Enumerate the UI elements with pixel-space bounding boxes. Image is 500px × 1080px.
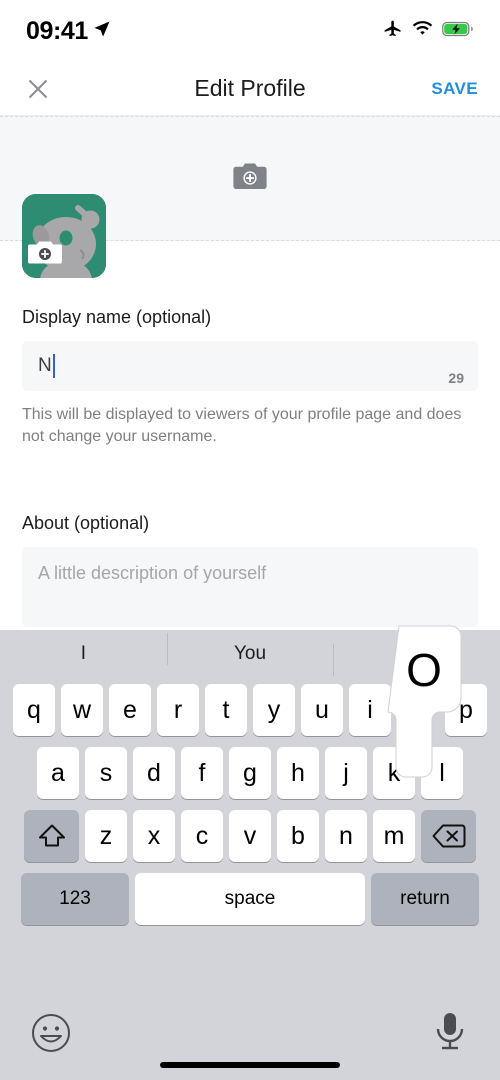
display-name-value: N <box>38 354 55 378</box>
key-h[interactable]: h <box>277 747 319 799</box>
key-q[interactable]: q <box>13 684 55 736</box>
key-s[interactable]: s <box>85 747 127 799</box>
numbers-key[interactable]: 123 <box>21 873 129 925</box>
key-v[interactable]: v <box>229 810 271 862</box>
keyboard-row-1: q w e r t y u i o p <box>0 684 500 736</box>
status-bar-left: 09:41 <box>26 17 111 46</box>
prediction-item[interactable]: I <box>0 643 167 665</box>
status-time: 09:41 <box>26 16 88 45</box>
key-c[interactable]: c <box>181 810 223 862</box>
about-placeholder: A little description of yourself <box>38 563 267 584</box>
prediction-item[interactable]: You <box>166 633 334 665</box>
status-bar-right <box>383 19 474 44</box>
prediction-bar: I You <box>0 630 500 678</box>
keyboard-row-4: 123 space return <box>0 873 500 925</box>
key-l[interactable]: l <box>421 747 463 799</box>
microphone-icon[interactable] <box>432 1010 468 1059</box>
key-u[interactable]: u <box>301 684 343 736</box>
location-arrow-icon <box>93 20 111 43</box>
key-x[interactable]: x <box>133 810 175 862</box>
profile-banner[interactable] <box>0 116 500 278</box>
display-name-label: Display name (optional) <box>22 307 212 327</box>
nav-bar: Edit Profile SAVE <box>0 62 500 116</box>
space-key[interactable]: space <box>135 873 365 925</box>
key-n[interactable]: n <box>325 810 367 862</box>
keyboard: I You q w e r t y u i o p a s d f g h j … <box>0 625 500 1080</box>
shift-icon[interactable] <box>24 810 79 862</box>
display-name-helper: This will be displayed to viewers of you… <box>22 406 462 445</box>
text-cursor <box>52 354 55 378</box>
backspace-icon[interactable] <box>421 810 476 862</box>
avatar[interactable] <box>22 194 106 278</box>
key-f[interactable]: f <box>181 747 223 799</box>
profile-form: Display name (optional) N 29 This will b… <box>0 307 500 628</box>
keyboard-bottom-bar <box>0 1002 500 1080</box>
close-icon[interactable] <box>22 73 54 105</box>
key-d[interactable]: d <box>133 747 175 799</box>
key-k[interactable]: k <box>373 747 415 799</box>
home-indicator <box>160 1062 340 1068</box>
key-e[interactable]: e <box>109 684 151 736</box>
key-r[interactable]: r <box>157 684 199 736</box>
camera-add-icon[interactable] <box>28 240 62 266</box>
key-w[interactable]: w <box>61 684 103 736</box>
key-p[interactable]: p <box>445 684 487 736</box>
page-title: Edit Profile <box>194 75 306 101</box>
keyboard-row-2: a s d f g h j k l <box>0 747 500 799</box>
key-a[interactable]: a <box>37 747 79 799</box>
battery-charging-icon <box>442 21 474 42</box>
key-z[interactable]: z <box>85 810 127 862</box>
key-b[interactable]: b <box>277 810 319 862</box>
status-bar: 09:41 <box>0 0 500 62</box>
emoji-icon[interactable] <box>30 1012 72 1059</box>
display-name-text: N <box>38 355 52 376</box>
camera-add-icon[interactable] <box>232 161 268 196</box>
key-m[interactable]: m <box>373 810 415 862</box>
display-name-input[interactable]: N 29 <box>22 341 478 391</box>
key-j[interactable]: j <box>325 747 367 799</box>
airplane-mode-icon <box>383 19 403 44</box>
save-button[interactable]: SAVE <box>431 79 478 99</box>
keyboard-row-3: z x c v b n m <box>0 810 500 862</box>
about-input[interactable]: A little description of yourself <box>22 547 478 628</box>
about-label: About (optional) <box>22 513 150 534</box>
key-g[interactable]: g <box>229 747 271 799</box>
key-i[interactable]: i <box>349 684 391 736</box>
wifi-icon <box>412 20 433 42</box>
display-name-counter: 29 <box>448 370 464 386</box>
return-key[interactable]: return <box>371 873 479 925</box>
key-y[interactable]: y <box>253 684 295 736</box>
key-t[interactable]: t <box>205 684 247 736</box>
